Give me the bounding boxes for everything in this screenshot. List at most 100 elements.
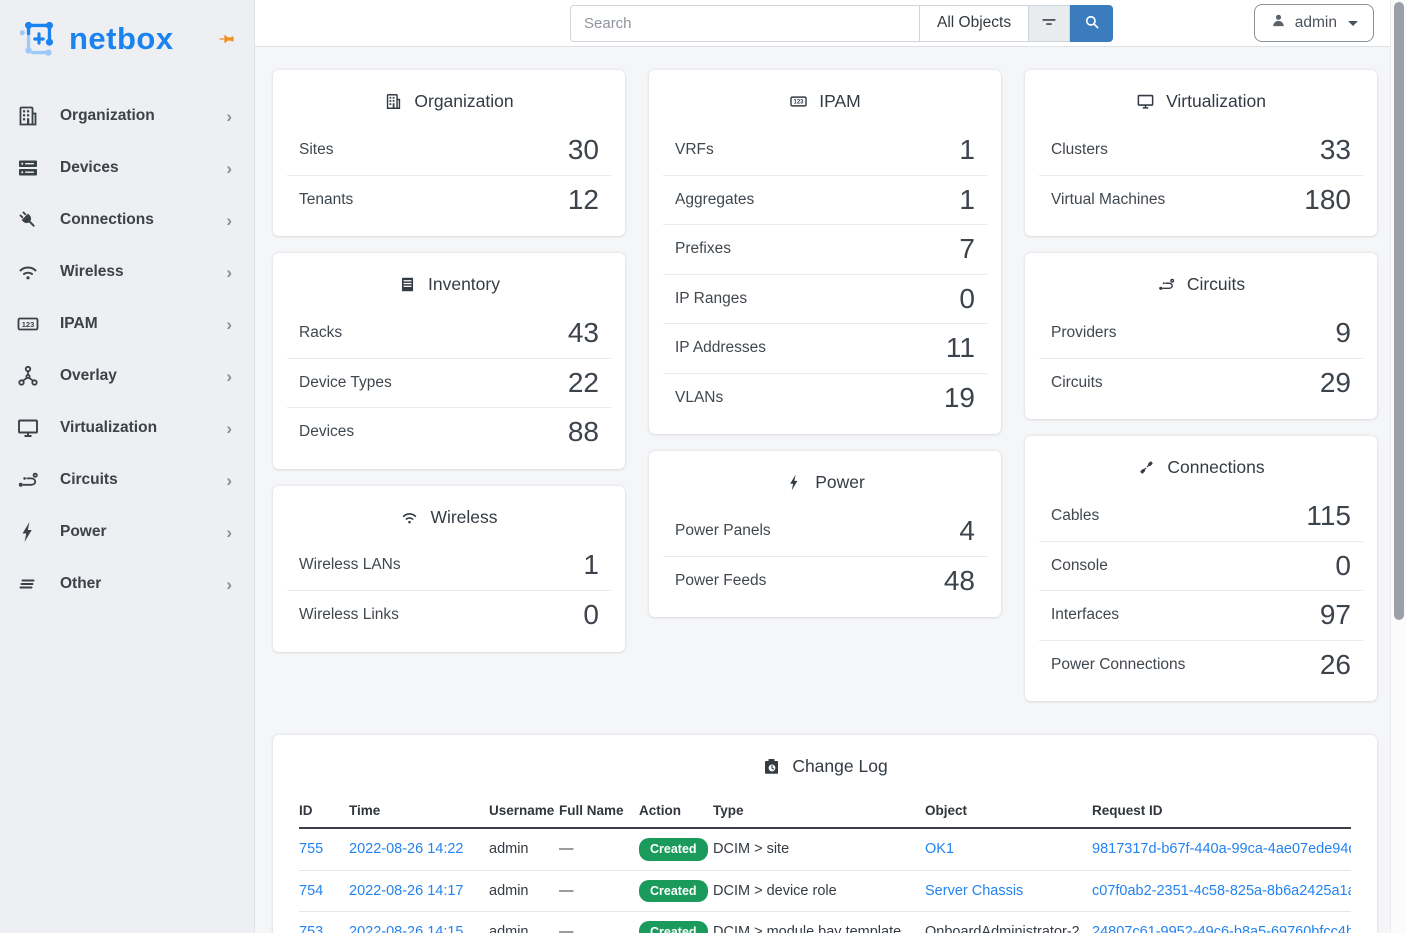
user-icon [1270, 12, 1287, 34]
card-title: Connections [1025, 436, 1377, 491]
stat-link-ip-addresses[interactable]: IP Addresses [675, 339, 766, 357]
change-object-link[interactable]: Server Chassis [925, 883, 1023, 899]
card-title-text: Inventory [428, 274, 500, 295]
stat-link-interfaces[interactable]: Interfaces [1051, 606, 1119, 624]
stat-link-power-panels[interactable]: Power Panels [675, 522, 771, 540]
sidebar-item-power[interactable]: Power › [0, 506, 254, 558]
column-header-id[interactable]: ID [299, 794, 349, 828]
column-header-username[interactable]: Username [489, 794, 559, 828]
stat-link-clusters[interactable]: Clusters [1051, 141, 1108, 159]
user-name: admin [1295, 14, 1337, 32]
sidebar-item-label: Connections [60, 211, 226, 229]
sidebar-item-organization[interactable]: Organization › [0, 90, 254, 142]
filter-button[interactable] [1029, 5, 1070, 42]
card-title-text: Power [815, 472, 865, 493]
netbox-logo-icon[interactable] [16, 16, 62, 62]
stat-link-devices[interactable]: Devices [299, 423, 354, 441]
stat-link-circuits[interactable]: Circuits [1051, 374, 1103, 392]
column-header-action[interactable]: Action [639, 794, 713, 828]
search-button[interactable] [1070, 5, 1113, 42]
sidebar-item-label: Circuits [60, 471, 226, 489]
counter-icon: 123 [789, 92, 808, 111]
stat-link-racks[interactable]: Racks [299, 324, 342, 342]
card-title-text: Wireless [430, 507, 497, 528]
stat-value: 180 [1304, 184, 1351, 216]
stat-link-providers[interactable]: Providers [1051, 324, 1116, 342]
change-time-link[interactable]: 2022-08-26 14:15 [349, 924, 464, 933]
sidebar-item-devices[interactable]: Devices › [0, 142, 254, 194]
sidebar-item-wireless[interactable]: Wireless › [0, 246, 254, 298]
user-menu-button[interactable]: admin [1254, 4, 1374, 42]
stat-link-sites[interactable]: Sites [299, 141, 333, 159]
stat-row: IP Addresses 11 [663, 323, 987, 373]
chevron-right-icon: › [226, 108, 232, 125]
search-group: All Objects [570, 5, 1113, 42]
stat-link-tenants[interactable]: Tenants [299, 191, 353, 209]
sidebar-item-virtualization[interactable]: Virtualization › [0, 402, 254, 454]
request-id-link[interactable]: c07f0ab2-2351-4c58-825a-8b6a2425a1ab [1092, 883, 1351, 899]
stat-link-prefixes[interactable]: Prefixes [675, 240, 731, 258]
stat-link-virtual-machines[interactable]: Virtual Machines [1051, 191, 1165, 209]
sidebar-item-overlay[interactable]: Overlay › [0, 350, 254, 402]
dashboard-content: Organization Sites 30 Tenants 12 [255, 47, 1390, 933]
netbox-wordmark[interactable]: netbox [69, 21, 174, 57]
changelog-card: Change Log ID Time Username Full Name Ac… [273, 735, 1377, 933]
stat-row: Racks 43 [287, 308, 611, 358]
pin-sidebar-button[interactable] [214, 27, 238, 51]
stat-row: Devices 88 [287, 407, 611, 457]
stat-link-power-feeds[interactable]: Power Feeds [675, 572, 766, 590]
search-input[interactable] [570, 5, 919, 42]
counter-icon: 123 [16, 312, 40, 336]
changelog-title: Change Log [273, 735, 1377, 790]
stat-value: 30 [568, 134, 599, 166]
card-title: 123 IPAM [649, 70, 1001, 125]
stat-link-wireless-lans[interactable]: Wireless LANs [299, 556, 401, 574]
change-time-link[interactable]: 2022-08-26 14:22 [349, 841, 464, 857]
building-icon [384, 92, 403, 111]
wifi-icon [16, 260, 40, 284]
clipboard-clock-icon [762, 757, 781, 776]
sidebar-item-other[interactable]: Other › [0, 558, 254, 610]
scrollbar-thumb[interactable] [1394, 2, 1404, 620]
vertical-scrollbar[interactable] [1390, 0, 1406, 933]
change-time-link[interactable]: 2022-08-26 14:17 [349, 883, 464, 899]
monitor-icon [1136, 92, 1155, 111]
stat-link-console[interactable]: Console [1051, 557, 1108, 575]
change-type: DCIM > module bay template [713, 924, 901, 933]
stat-value: 11 [946, 332, 975, 364]
change-id-link[interactable]: 753 [299, 924, 323, 933]
card-title-text: Circuits [1187, 274, 1245, 295]
svg-text:123: 123 [22, 320, 35, 329]
stat-link-device-types[interactable]: Device Types [299, 374, 392, 392]
stat-row: Power Connections 26 [1039, 640, 1363, 690]
sidebar-item-circuits[interactable]: Circuits › [0, 454, 254, 506]
change-id-link[interactable]: 755 [299, 841, 323, 857]
stat-link-cables[interactable]: Cables [1051, 507, 1099, 525]
stat-link-vlans[interactable]: VLANs [675, 389, 723, 407]
column-header-time[interactable]: Time [349, 794, 489, 828]
search-scope-button[interactable]: All Objects [919, 5, 1029, 42]
stat-row: Wireless LANs 1 [287, 541, 611, 591]
sidebar-item-ipam[interactable]: 123 IPAM › [0, 298, 254, 350]
request-id-link[interactable]: 24807c61-9952-49c6-b8a5-69760bfcc4b3 [1092, 924, 1351, 933]
ipam-card: 123 IPAM VRFs 1 Aggregates 1 Pr [649, 70, 1001, 434]
sidebar: netbox Organization › Devices › Connecti… [0, 0, 255, 933]
stat-row: Sites 30 [287, 125, 611, 175]
request-id-link[interactable]: 9817317d-b67f-440a-99ca-4ae07ede94df [1092, 841, 1351, 857]
column-header-object[interactable]: Object [925, 794, 1092, 828]
column-header-full-name[interactable]: Full Name [559, 794, 639, 828]
change-object-link[interactable]: OK1 [925, 841, 954, 857]
stat-value: 1 [583, 549, 599, 581]
stat-link-power-connections[interactable]: Power Connections [1051, 656, 1185, 674]
stat-link-vrfs[interactable]: VRFs [675, 141, 714, 159]
stat-link-ip-ranges[interactable]: IP Ranges [675, 290, 747, 308]
column-header-request-id[interactable]: Request ID [1092, 794, 1351, 828]
sidebar-item-connections[interactable]: Connections › [0, 194, 254, 246]
column-header-type[interactable]: Type [713, 794, 925, 828]
sidebar-item-label: Devices [60, 159, 226, 177]
stat-value: 22 [568, 367, 599, 399]
change-id-link[interactable]: 754 [299, 883, 323, 899]
stat-link-aggregates[interactable]: Aggregates [675, 191, 754, 209]
change-type: DCIM > site [713, 841, 789, 857]
stat-link-wireless-links[interactable]: Wireless Links [299, 606, 399, 624]
